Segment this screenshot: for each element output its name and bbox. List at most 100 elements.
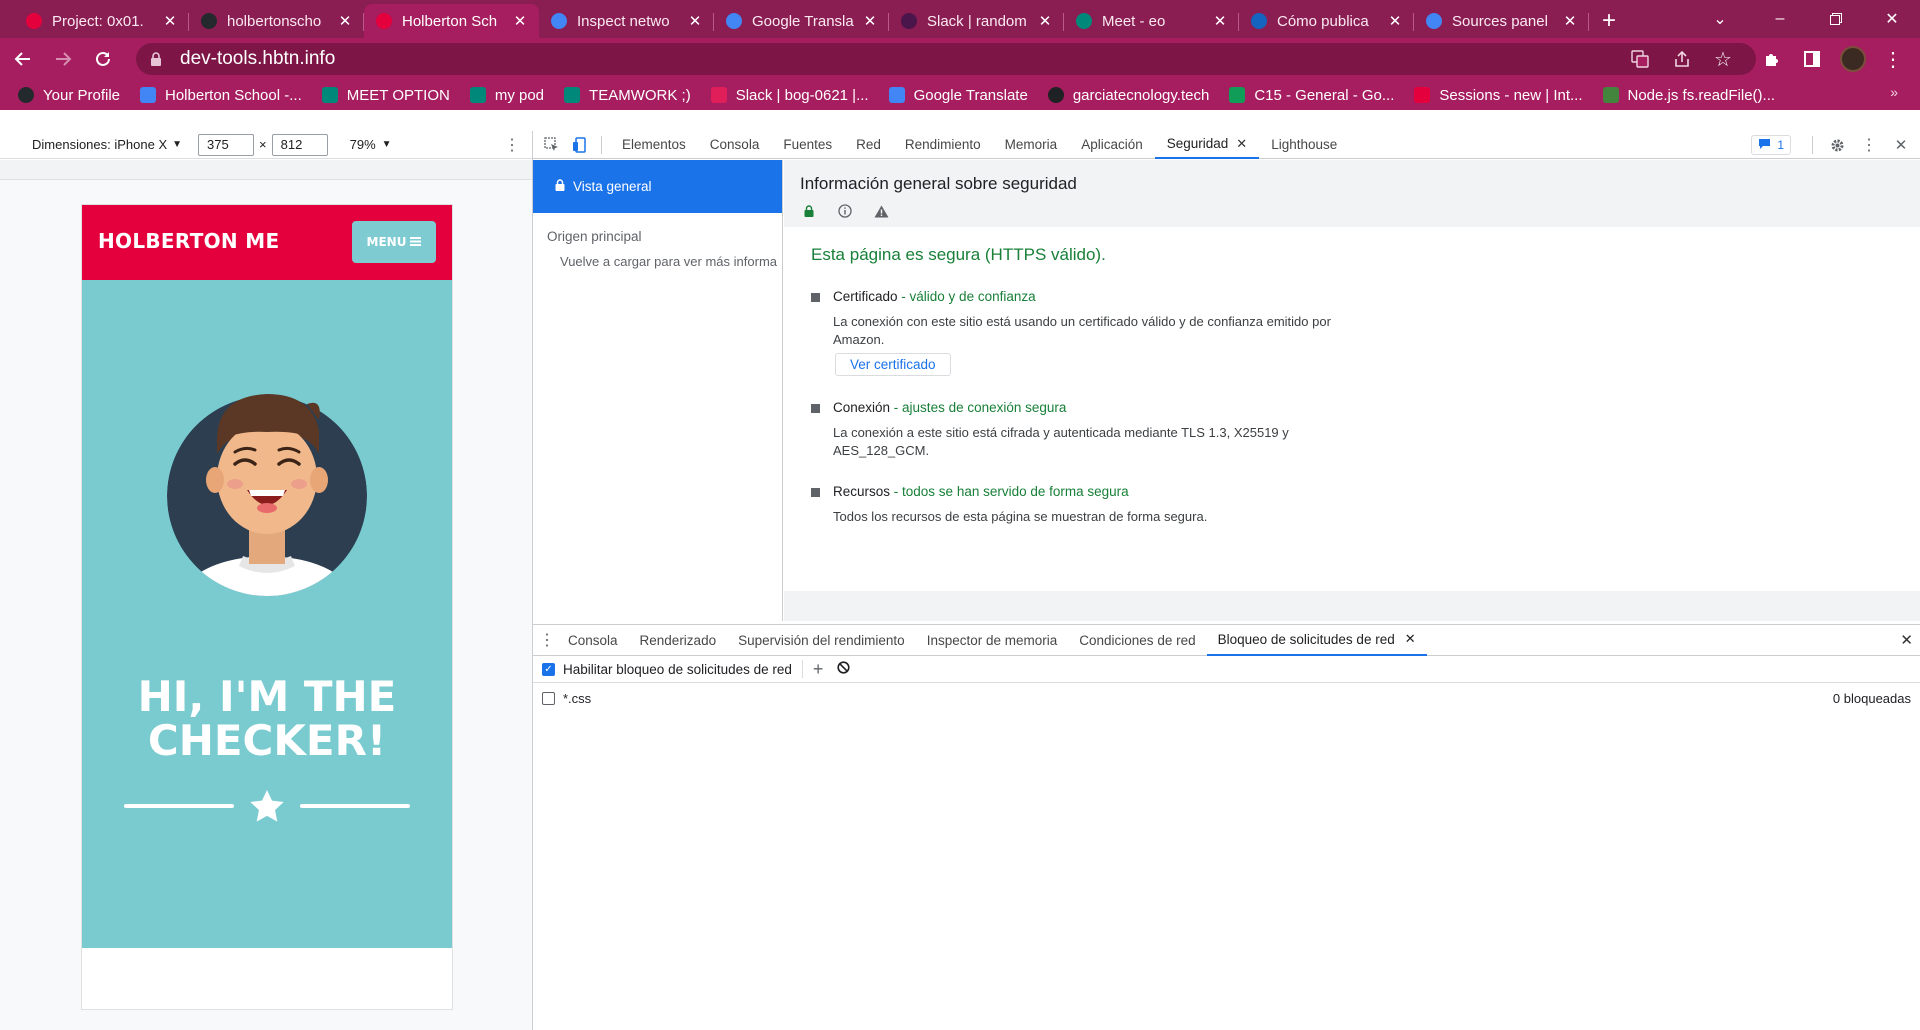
- minimize-icon[interactable]: –: [1752, 0, 1808, 38]
- browser-tab-title[interactable]: Meet - eo: [1102, 13, 1205, 30]
- forward-icon[interactable]: [46, 42, 80, 76]
- browser-tab-title[interactable]: Google Transla: [752, 13, 855, 30]
- close-tab-icon[interactable]: ✕: [686, 12, 704, 30]
- bookmark-label[interactable]: Google Translate: [914, 87, 1028, 104]
- devtools-tab-label[interactable]: Consola: [710, 137, 760, 152]
- browser-tab-title[interactable]: Slack | random: [927, 13, 1030, 30]
- close-tab-icon[interactable]: ✕: [1236, 136, 1247, 152]
- browser-tab[interactable]: holbertonscho ✕: [189, 4, 364, 38]
- zoom-value[interactable]: 79%: [350, 137, 376, 152]
- devtools-menu-icon[interactable]: ⋮: [1855, 131, 1883, 159]
- issues-counter[interactable]: 1: [1751, 135, 1791, 155]
- zoom-dropdown-icon[interactable]: ▼: [382, 139, 392, 150]
- bookmark-label[interactable]: MEET OPTION: [347, 87, 450, 104]
- device-width-input[interactable]: [198, 133, 255, 156]
- dropdown-arrow-icon[interactable]: ▼: [172, 139, 182, 150]
- bookmark-label[interactable]: Node.js fs.readFile()...: [1628, 87, 1776, 104]
- site-logo[interactable]: HOLBERTON ME: [98, 229, 279, 253]
- lock-icon[interactable]: [150, 51, 164, 67]
- tab-search-icon[interactable]: ⌄: [1692, 0, 1748, 38]
- close-tab-icon[interactable]: ✕: [336, 12, 354, 30]
- enable-blocking-checkbox[interactable]: ✓: [542, 662, 555, 676]
- device-more-options-icon[interactable]: ⋮: [504, 135, 520, 155]
- devtools-tab-label[interactable]: Fuentes: [783, 137, 832, 152]
- close-devtools-icon[interactable]: ✕: [1887, 131, 1915, 159]
- drawer-tab-label[interactable]: Bloqueo de solicitudes de red: [1218, 632, 1395, 647]
- close-window-icon[interactable]: ✕: [1864, 0, 1920, 38]
- devtools-tab-label[interactable]: Aplicación: [1081, 137, 1143, 152]
- close-tab-icon[interactable]: ✕: [511, 12, 529, 30]
- devtools-tab[interactable]: Elementos: [610, 131, 698, 159]
- enable-blocking-label[interactable]: Habilitar bloqueo de solicitudes de red: [563, 662, 792, 677]
- bookmark-item[interactable]: C15 - General - Go...: [1229, 87, 1394, 104]
- more-bookmarks-icon[interactable]: »: [1890, 84, 1898, 100]
- bookmark-label[interactable]: C15 - General - Go...: [1254, 87, 1394, 104]
- bookmark-item[interactable]: MEET OPTION: [321, 87, 450, 104]
- browser-tab-title[interactable]: Holberton Sch: [402, 13, 505, 30]
- devtools-tab[interactable]: Red: [844, 131, 893, 159]
- browser-menu-icon[interactable]: ⋮: [1876, 42, 1910, 76]
- browser-tab[interactable]: Inspect netwo ✕: [539, 4, 714, 38]
- devtools-tab[interactable]: Memoria: [993, 131, 1070, 159]
- bookmark-item[interactable]: Your Profile: [18, 87, 120, 104]
- browser-tab-title[interactable]: Inspect netwo: [577, 13, 680, 30]
- settings-gear-icon[interactable]: [1823, 131, 1851, 159]
- devtools-tab[interactable]: Aplicación: [1069, 131, 1155, 159]
- devtools-tab-label[interactable]: Red: [856, 137, 881, 152]
- drawer-tab-label[interactable]: Inspector de memoria: [927, 633, 1058, 648]
- bookmark-item[interactable]: Slack | bog-0621 |...: [710, 87, 869, 104]
- add-pattern-icon[interactable]: +: [813, 659, 824, 680]
- media-query-ruler[interactable]: [0, 160, 532, 180]
- drawer-tab[interactable]: Renderizado: [629, 625, 728, 656]
- drawer-menu-icon[interactable]: ⋮: [539, 630, 557, 650]
- drawer-tab-label[interactable]: Renderizado: [640, 633, 717, 648]
- devtools-tab[interactable]: Rendimiento: [893, 131, 993, 159]
- close-tab-icon[interactable]: ✕: [1561, 12, 1579, 30]
- browser-tab[interactable]: Holberton Sch ✕: [364, 4, 539, 38]
- bookmark-item[interactable]: Sessions - new | Int...: [1414, 87, 1583, 104]
- devtools-tab[interactable]: Lighthouse: [1259, 131, 1349, 159]
- close-tab-icon[interactable]: ✕: [1211, 12, 1229, 30]
- pattern-checkbox[interactable]: [542, 691, 555, 705]
- browser-tab[interactable]: Slack | random ✕: [889, 4, 1064, 38]
- device-height-input[interactable]: [271, 133, 328, 156]
- site-menu-button[interactable]: MENU: [352, 221, 436, 263]
- bookmark-label[interactable]: TEAMWORK ;): [589, 87, 691, 104]
- reload-icon[interactable]: [86, 42, 120, 76]
- device-toggle-icon[interactable]: [565, 131, 593, 159]
- bookmark-item[interactable]: Node.js fs.readFile()...: [1602, 87, 1776, 104]
- view-certificate-button[interactable]: Ver certificado: [835, 353, 951, 376]
- issues-icon[interactable]: [1758, 138, 1771, 153]
- devtools-tab-label[interactable]: Seguridad: [1167, 136, 1229, 151]
- translate-icon[interactable]: [1623, 42, 1657, 76]
- close-tab-icon[interactable]: ✕: [1405, 631, 1416, 647]
- bookmark-item[interactable]: Holberton School -...: [140, 87, 302, 104]
- bookmark-item[interactable]: garciatecnology.tech: [1047, 87, 1209, 104]
- drawer-tab[interactable]: Consola: [557, 625, 629, 656]
- inspect-element-icon[interactable]: [537, 131, 565, 159]
- zoom-select[interactable]: 79% ▼: [350, 137, 392, 152]
- browser-tab[interactable]: Cómo publica ✕: [1239, 4, 1414, 38]
- browser-tab[interactable]: Sources panel ✕: [1414, 4, 1589, 38]
- devtools-tab-label[interactable]: Rendimiento: [905, 137, 981, 152]
- bookmark-label[interactable]: Holberton School -...: [165, 87, 302, 104]
- bookmark-item[interactable]: my pod: [469, 87, 544, 104]
- device-dimensions-select[interactable]: Dimensiones: iPhone X ▼: [32, 137, 182, 152]
- restore-icon[interactable]: [1808, 0, 1864, 38]
- bookmark-star-icon[interactable]: ☆: [1706, 42, 1740, 76]
- bookmark-item[interactable]: Google Translate: [888, 87, 1028, 104]
- drawer-tab-label[interactable]: Consola: [568, 633, 618, 648]
- side-panel-icon[interactable]: [1795, 42, 1829, 76]
- bookmark-label[interactable]: garciatecnology.tech: [1073, 87, 1209, 104]
- issues-count[interactable]: 1: [1777, 138, 1784, 152]
- address-bar[interactable]: dev-tools.hbtn.info: [136, 43, 1756, 75]
- close-tab-icon[interactable]: ✕: [861, 12, 879, 30]
- bookmark-label[interactable]: my pod: [495, 87, 544, 104]
- share-icon[interactable]: [1665, 42, 1699, 76]
- drawer-tab[interactable]: Condiciones de red: [1068, 625, 1206, 656]
- browser-tab[interactable]: Project: 0x01. ✕: [14, 4, 189, 38]
- browser-tab-title[interactable]: Project: 0x01.: [52, 13, 155, 30]
- devtools-tab-label[interactable]: Elementos: [622, 137, 686, 152]
- bookmark-label[interactable]: Your Profile: [43, 87, 120, 104]
- extensions-icon[interactable]: [1755, 42, 1789, 76]
